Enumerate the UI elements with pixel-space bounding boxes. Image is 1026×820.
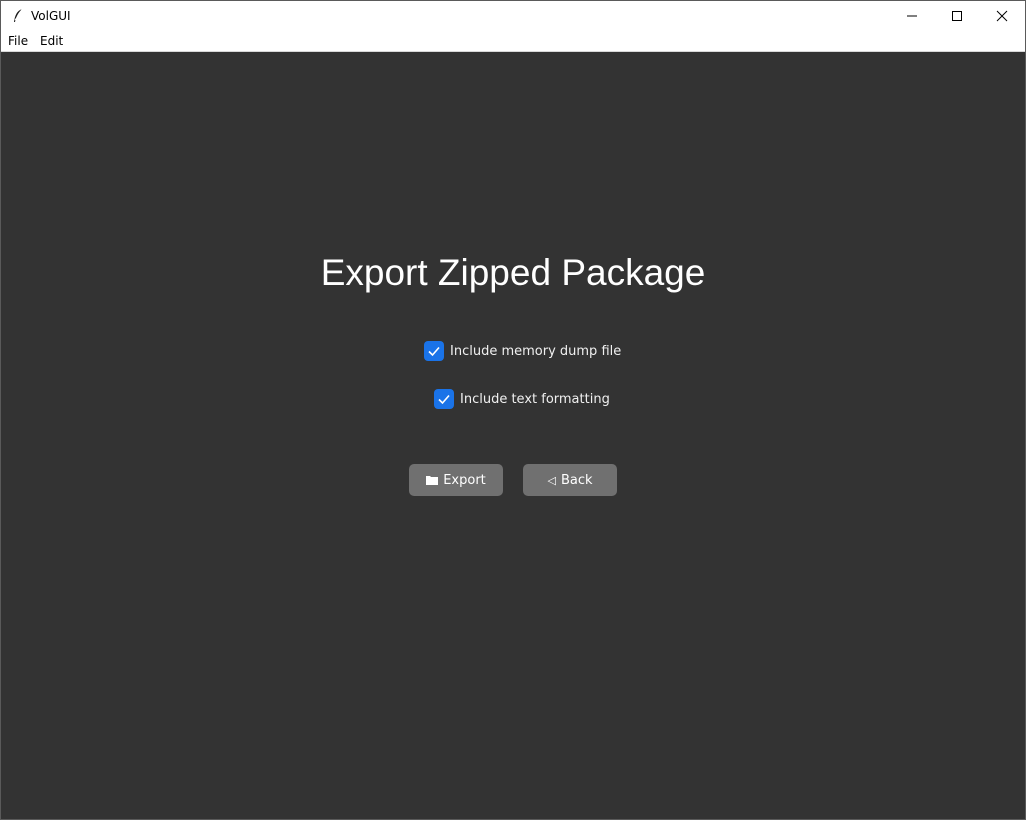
menu-bar: File Edit [1,31,1025,52]
export-button-label: Export [443,472,486,488]
include-text-formatting-label: Include text formatting [460,391,610,407]
maximize-button[interactable] [934,1,980,31]
checkmark-icon [428,346,440,357]
export-button[interactable]: Export [409,464,503,496]
title-bar: VolGUI [1,1,1025,31]
checkmark-icon [438,394,450,405]
minimize-icon [907,15,917,17]
include-memory-dump-checkbox[interactable] [424,341,444,361]
back-triangle-icon: ◁ [547,473,556,487]
folder-icon [426,476,439,485]
include-text-formatting-checkbox[interactable] [434,389,454,409]
close-button[interactable] [979,1,1025,31]
minimize-button[interactable] [889,1,935,31]
include-text-formatting-option[interactable]: Include text formatting [434,389,610,409]
window-title: VolGUI [31,9,71,23]
back-button[interactable]: ◁ Back [523,464,617,496]
menu-edit[interactable]: Edit [40,34,63,48]
export-panel: Export Zipped Package Include memory dum… [1,52,1025,819]
app-window: VolGUI File Edit Export Zipped Package I… [0,0,1026,820]
menu-file[interactable]: File [8,34,28,48]
page-title: Export Zipped Package [320,252,706,293]
include-memory-dump-label: Include memory dump file [450,343,622,359]
close-icon [996,10,1008,22]
include-memory-dump-option[interactable]: Include memory dump file [424,341,621,361]
back-button-label: Back [560,472,593,488]
maximize-icon [952,11,962,21]
feather-icon [14,8,23,22]
